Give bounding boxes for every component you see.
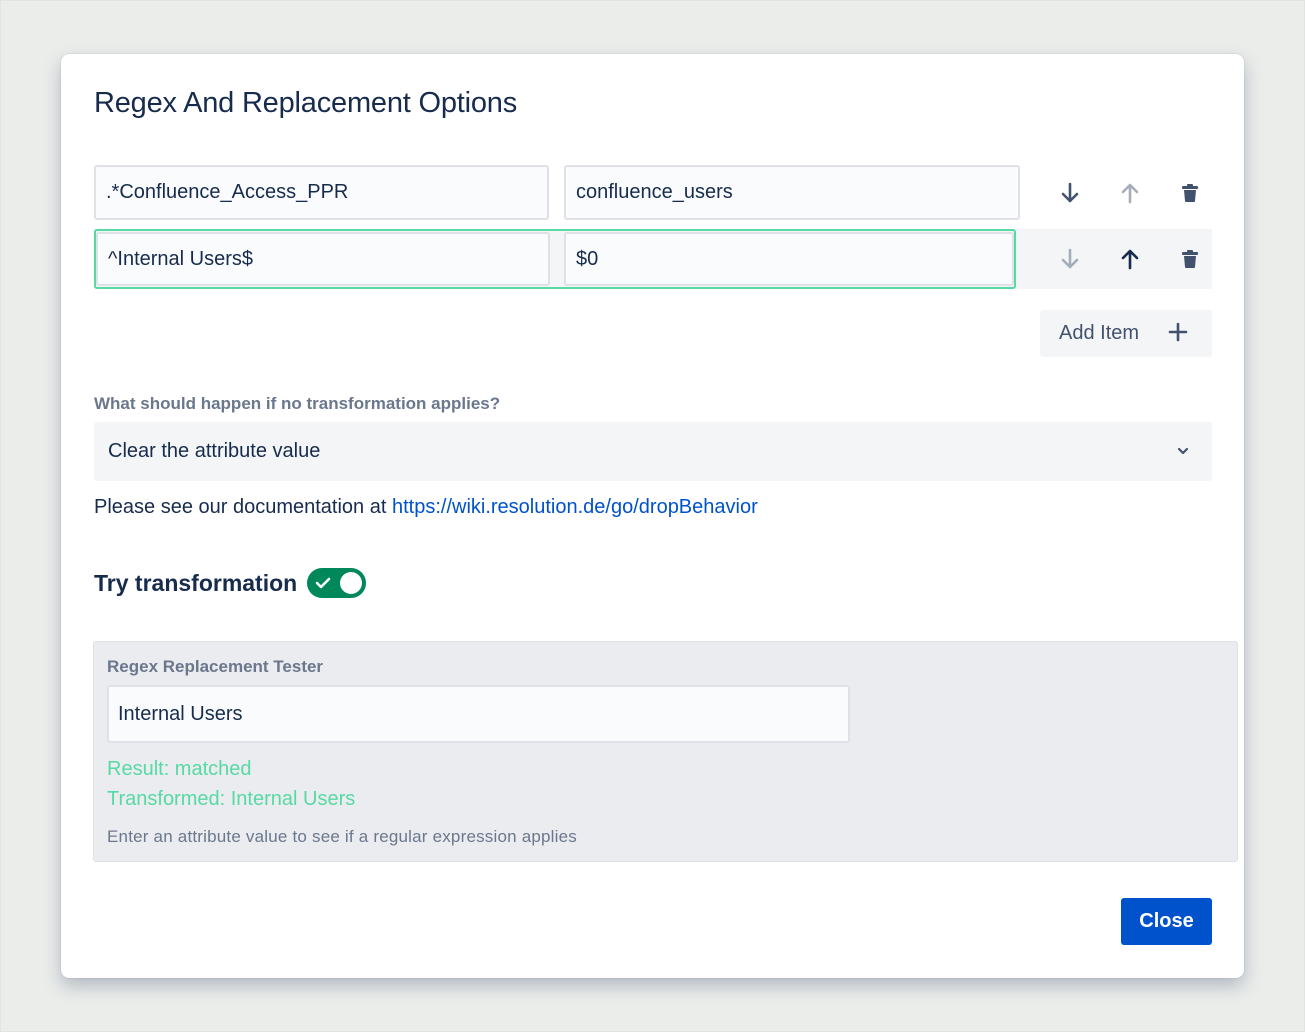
- try-transformation-toggle[interactable]: [307, 568, 367, 598]
- delete-rule-button[interactable]: [1172, 175, 1208, 211]
- arrow-up-icon: [1121, 249, 1139, 270]
- trash-icon: [1182, 250, 1198, 268]
- try-transformation-label: Try transformation: [94, 569, 298, 596]
- regex-options-dialog: Regex And Replacement Options .*Confluen…: [61, 54, 1244, 978]
- add-item-button[interactable]: Add Item: [1040, 310, 1212, 357]
- regex-input[interactable]: [94, 165, 549, 220]
- arrow-down-icon: [1061, 182, 1079, 203]
- try-transformation-row: Try transformation: [94, 566, 367, 600]
- select-value: Clear the attribute value: [108, 440, 321, 462]
- plus-icon: [1168, 322, 1188, 342]
- rule-row-selected: [94, 229, 1212, 289]
- rule-row: [94, 163, 1212, 223]
- tester-transformed: Transformed: Internal Users: [107, 788, 356, 810]
- no-transformation-select[interactable]: Clear the attribute value: [94, 422, 1212, 481]
- tester-result: Result: matched: [107, 758, 252, 780]
- move-down-button[interactable]: [1052, 175, 1088, 211]
- delete-rule-button[interactable]: [1172, 241, 1208, 277]
- tester-input[interactable]: [107, 685, 850, 743]
- trash-icon: [1182, 184, 1198, 202]
- tester-hint: Enter an attribute value to see if a reg…: [107, 827, 577, 846]
- move-up-button[interactable]: [1112, 175, 1148, 211]
- tester-label: Regex Replacement Tester: [107, 657, 324, 676]
- replacement-input[interactable]: [564, 232, 1014, 286]
- dialog-title: Regex And Replacement Options: [94, 87, 518, 119]
- replacement-input[interactable]: [564, 165, 1020, 220]
- toggle-knob: [340, 572, 363, 594]
- chevron-down-icon: [1177, 447, 1189, 455]
- regex-tester-panel: Regex Replacement Tester Result: matched…: [93, 641, 1238, 862]
- documentation-link[interactable]: https://wiki.resolution.de/go/dropBehavi…: [392, 496, 758, 518]
- close-button[interactable]: Close: [1121, 898, 1212, 945]
- documentation-line: Please see our documentation at https://…: [94, 496, 758, 519]
- arrow-down-icon: [1061, 248, 1079, 269]
- no-transformation-question: What should happen if no transformation …: [94, 394, 501, 413]
- documentation-prefix: Please see our documentation at: [94, 496, 387, 518]
- regex-input[interactable]: [96, 232, 550, 286]
- add-item-label: Add Item: [1059, 322, 1140, 344]
- move-down-button[interactable]: [1052, 241, 1088, 277]
- arrow-up-icon: [1121, 183, 1139, 204]
- check-icon: [315, 577, 331, 589]
- move-up-button[interactable]: [1112, 241, 1148, 277]
